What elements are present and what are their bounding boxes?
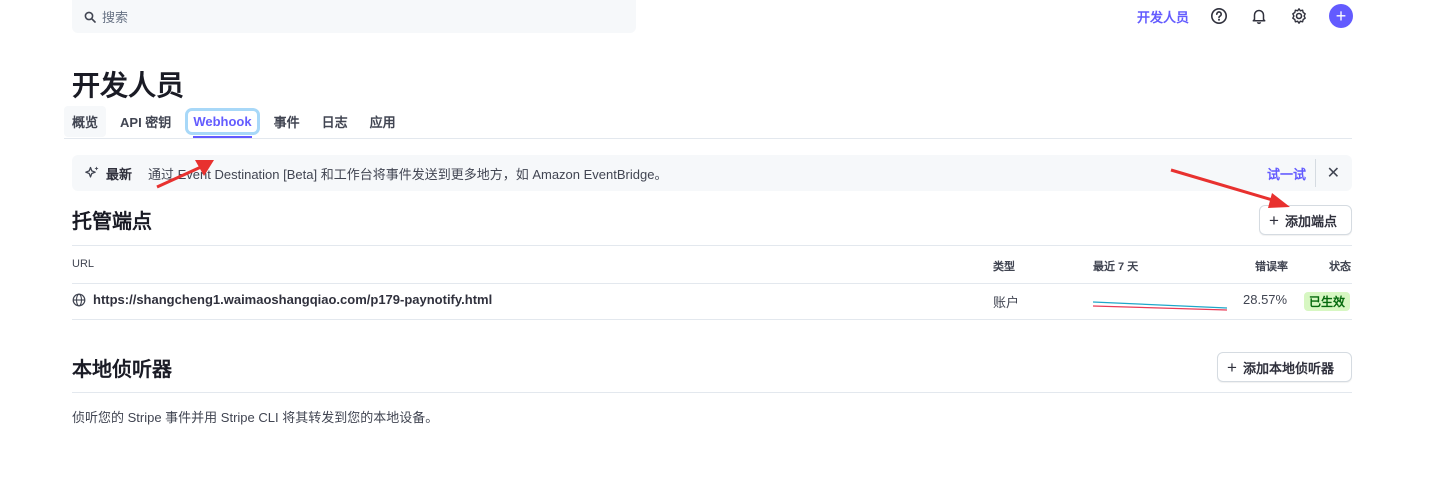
plus-icon: +: [1227, 357, 1237, 377]
banner-text: 通过 Event Destination [Beta] 和工作台将事件发送到更多…: [148, 166, 668, 182]
sparkle-icon: [85, 166, 99, 178]
developers-link[interactable]: 开发人员: [1137, 7, 1189, 26]
status-badge: 已生效: [1304, 292, 1351, 311]
col-last7: 最近 7 天: [1093, 261, 1139, 273]
col-status: 状态: [1329, 261, 1351, 273]
tab-bar: 概览 API 密钥 Webhook 事件 日志 应用: [64, 104, 1352, 139]
tab-apps[interactable]: 应用: [362, 106, 404, 137]
add-local-listener-label: 添加本地侦听器: [1242, 360, 1334, 376]
close-icon[interactable]: ✕: [1327, 163, 1340, 183]
tab-webhook[interactable]: Webhook: [185, 107, 260, 138]
local-listener-description: 侦听您的 Stripe 事件并用 Stripe CLI 将其转发到您的本地设备。: [72, 410, 439, 425]
bell-icon[interactable]: [1249, 6, 1269, 26]
add-endpoint-label: 添加端点: [1284, 213, 1337, 229]
col-error-rate: 错误率: [1255, 261, 1288, 273]
add-endpoint-button[interactable]: + 添加端点: [1259, 205, 1352, 235]
local-listeners-title: 本地侦听器: [72, 359, 172, 381]
tab-logs[interactable]: 日志: [314, 106, 356, 137]
endpoint-url: https://shangcheng1.waimaoshangqiao.com/…: [93, 292, 493, 307]
divider: [72, 392, 1352, 393]
plus-icon[interactable]: +: [1329, 4, 1353, 28]
plus-icon: +: [1269, 210, 1279, 230]
divider: [72, 319, 1352, 320]
activity-sparkline: [1093, 301, 1227, 311]
divider: [72, 245, 1352, 246]
search-icon: [84, 11, 96, 23]
divider: [72, 283, 1352, 284]
top-toolbar: 开发人员 +: [1137, 4, 1353, 28]
add-local-listener-button[interactable]: + 添加本地侦听器: [1217, 352, 1352, 382]
page-title: 开发人员: [72, 70, 185, 101]
banner-divider: [1315, 159, 1316, 187]
try-it-link[interactable]: 试一试: [1267, 164, 1306, 183]
endpoint-type: 账户: [993, 295, 1020, 310]
table-row[interactable]: https://shangcheng1.waimaoshangqiao.com/…: [72, 292, 492, 307]
tab-events[interactable]: 事件: [266, 106, 308, 137]
gear-icon[interactable]: [1289, 6, 1309, 26]
error-rate-value: 28.57%: [1243, 292, 1288, 307]
tab-api-keys[interactable]: API 密钥: [112, 106, 179, 137]
col-type: 类型: [993, 261, 1015, 273]
new-badge: 最新: [106, 166, 133, 182]
hosted-endpoints-title: 托管端点: [72, 211, 152, 233]
globe-icon: [72, 293, 86, 306]
help-icon[interactable]: [1209, 6, 1229, 26]
tab-overview[interactable]: 概览: [64, 105, 107, 137]
search-placeholder: 搜索: [102, 10, 129, 25]
search-input[interactable]: 搜索: [72, 0, 636, 33]
announcement-banner: 最新 通过 Event Destination [Beta] 和工作台将事件发送…: [72, 155, 1352, 191]
col-url: URL: [72, 258, 95, 270]
